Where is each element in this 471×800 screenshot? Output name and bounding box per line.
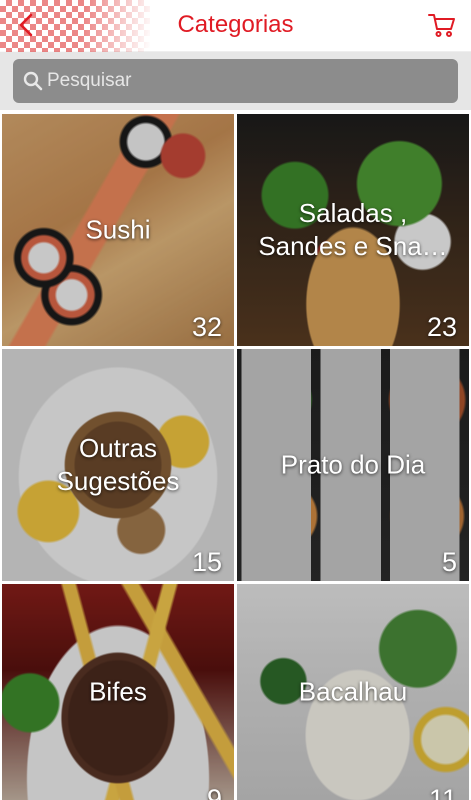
search-box[interactable] xyxy=(13,59,458,103)
category-count: 11 xyxy=(428,784,457,800)
category-tile-outras-sugestoes[interactable]: Outras Sugestões 15 xyxy=(2,349,234,581)
category-count: 23 xyxy=(426,312,457,342)
category-count: 9 xyxy=(206,784,222,800)
search-input[interactable] xyxy=(47,70,427,92)
search-bar-container xyxy=(0,52,471,110)
category-tile-prato-do-dia[interactable]: Prato do Dia 5 xyxy=(237,349,469,581)
category-tile-bacalhau[interactable]: Bacalhau 11 xyxy=(237,584,469,800)
search-icon xyxy=(23,71,43,91)
category-count: 5 xyxy=(441,547,457,577)
cart-icon xyxy=(428,14,455,37)
category-count: 15 xyxy=(191,547,222,577)
category-count: 32 xyxy=(191,312,222,342)
top-bar: Categorias xyxy=(0,0,471,52)
category-name: Bifes xyxy=(89,676,147,707)
page-title: Categorias xyxy=(177,11,294,38)
category-tile-sushi[interactable]: Sushi 32 xyxy=(2,114,234,346)
category-name: Bacalhau xyxy=(298,676,408,707)
cart-button[interactable] xyxy=(427,10,457,40)
category-name: Prato do Dia xyxy=(280,449,426,480)
category-tile-saladas[interactable]: Saladas , Sandes e Sna… 23 xyxy=(237,114,469,346)
category-name: Sushi xyxy=(85,214,151,245)
category-name: Saladas , Sandes e Sna… xyxy=(258,198,448,261)
category-name: Outras Sugestões xyxy=(56,433,180,496)
category-tile-bifes[interactable]: Bifes 9 xyxy=(2,584,234,800)
category-grid: Sushi 32 Saladas , Sandes e Sna… 23 Outr… xyxy=(0,110,471,800)
